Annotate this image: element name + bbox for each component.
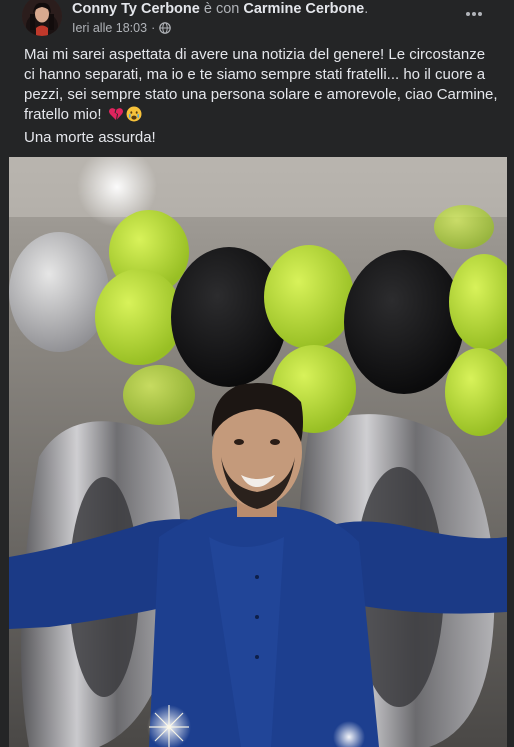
post-meta: Ieri alle 18:03 ·	[72, 20, 172, 36]
broken-heart-emoji	[108, 106, 124, 128]
tagged-name[interactable]: Carmine Cerbone	[243, 1, 364, 17]
post-text: Mai mi sarei aspettata di avere una noti…	[24, 45, 499, 148]
post-timestamp[interactable]: Ieri alle 18:03	[72, 20, 147, 36]
post-text-line: Mai mi sarei aspettata di avere una noti…	[24, 45, 499, 128]
facebook-post: Conny Ty Cerbone è con Carmine Cerbone. …	[0, 0, 514, 747]
tagged-suffix: .	[364, 1, 369, 17]
more-options-icon[interactable]	[462, 4, 486, 24]
author-name[interactable]: Conny Ty Cerbone	[72, 1, 200, 17]
post-text-main: Mai mi sarei aspettata di avere una noti…	[24, 46, 498, 123]
author-line: Conny Ty Cerbone è con Carmine Cerbone.	[72, 0, 368, 18]
crying-face-emoji	[126, 106, 142, 128]
post-photo[interactable]	[9, 157, 507, 747]
author-avatar[interactable]	[22, 0, 62, 36]
post-header: Conny Ty Cerbone è con Carmine Cerbone. …	[0, 0, 514, 40]
post-text-line: Una morte assurda!	[24, 129, 156, 146]
globe-icon[interactable]	[159, 22, 172, 34]
meta-separator: ·	[151, 21, 156, 35]
with-connector: è con	[203, 1, 240, 17]
